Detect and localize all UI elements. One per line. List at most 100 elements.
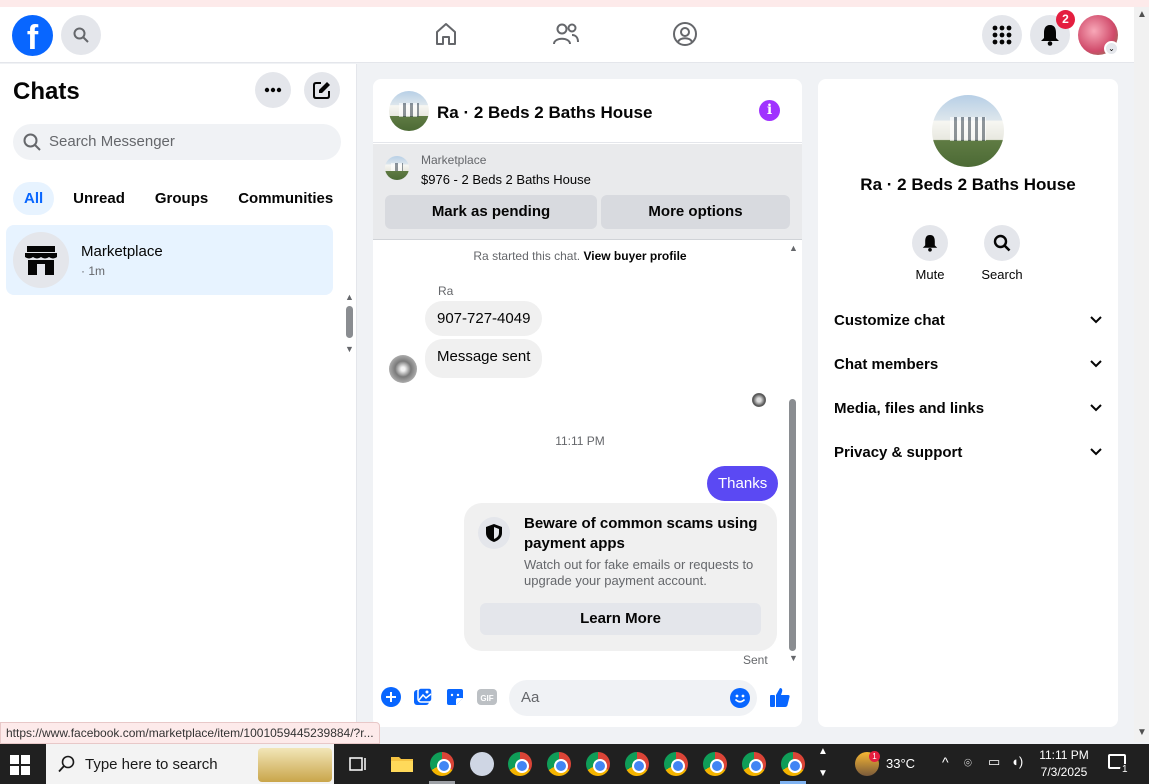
chrome-icon[interactable] bbox=[664, 752, 688, 776]
scroll-down-arrow-icon[interactable]: ▼ bbox=[789, 653, 798, 663]
scroll-up-arrow-icon[interactable]: ▲ bbox=[1137, 9, 1147, 20]
profile-nav-button[interactable] bbox=[670, 19, 700, 49]
menu-button[interactable] bbox=[982, 15, 1022, 55]
chrome-icon[interactable] bbox=[625, 752, 649, 776]
conversation-panel: Ra · 2 Beds 2 Baths House i Marketplace … bbox=[373, 79, 802, 727]
top-navigation-bar: f 2 ⌄ bbox=[0, 7, 1134, 63]
scroll-down-arrow-icon[interactable]: ▼ bbox=[1137, 727, 1147, 738]
search-messenger-input[interactable]: Search Messenger bbox=[13, 124, 341, 160]
message-input-placeholder: Aa bbox=[521, 689, 540, 706]
chat-members-section[interactable]: Chat members bbox=[834, 342, 1102, 386]
incoming-message[interactable]: Message sent bbox=[425, 339, 543, 378]
more-options-button[interactable]: More options bbox=[601, 195, 790, 229]
clock-time: 11:11 PM bbox=[1039, 748, 1089, 762]
taskbar-search-placeholder: Type here to search bbox=[85, 756, 218, 773]
chrome-icon[interactable] bbox=[703, 752, 727, 776]
chrome-icon[interactable] bbox=[781, 752, 805, 776]
customize-chat-section[interactable]: Customize chat bbox=[834, 298, 1102, 342]
windows-start-icon[interactable] bbox=[10, 755, 30, 775]
search-icon bbox=[58, 755, 75, 773]
outgoing-message[interactable]: Thanks bbox=[707, 466, 779, 501]
facebook-logo[interactable]: f bbox=[12, 15, 53, 56]
details-listing-avatar[interactable] bbox=[932, 95, 1004, 167]
view-buyer-profile-link[interactable]: View buyer profile bbox=[583, 249, 686, 263]
volume-icon[interactable]: ◖) bbox=[1011, 754, 1023, 769]
chrome-icon[interactable] bbox=[586, 752, 610, 776]
more-horizontal-icon bbox=[264, 87, 282, 93]
new-message-button[interactable] bbox=[304, 72, 340, 108]
tab-all[interactable]: All bbox=[13, 182, 55, 215]
chrome-icon[interactable] bbox=[547, 752, 571, 776]
home-nav-button[interactable] bbox=[431, 19, 461, 49]
chevron-down-icon bbox=[1090, 360, 1102, 368]
browser-scrollbar[interactable]: ▲ ▼ bbox=[1134, 7, 1149, 742]
message-thread: Ra started this chat. View buyer profile… bbox=[373, 241, 802, 669]
app-icon[interactable] bbox=[470, 752, 494, 776]
taskbar-search-box[interactable]: Type here to search bbox=[46, 744, 334, 784]
thumbs-up-icon[interactable] bbox=[769, 686, 791, 708]
scrollbar-thumb[interactable] bbox=[346, 306, 353, 338]
conversation-details-panel: Ra · 2 Beds 2 Baths House Mute Search Cu… bbox=[818, 79, 1118, 727]
chevron-down-icon[interactable]: ⌄ bbox=[1104, 41, 1119, 56]
tab-communities[interactable]: Communities bbox=[227, 182, 344, 215]
taskbar-scroll-down-icon[interactable]: ▼ bbox=[818, 768, 828, 779]
media-files-links-section[interactable]: Media, files and links bbox=[834, 386, 1102, 430]
listing-thumbnail[interactable] bbox=[385, 156, 409, 180]
info-icon[interactable]: i bbox=[759, 100, 780, 121]
thread-scrollbar[interactable]: ▲ ▼ bbox=[787, 241, 799, 669]
file-explorer-icon[interactable] bbox=[390, 752, 414, 776]
friends-nav-button[interactable] bbox=[551, 19, 581, 49]
message-input[interactable]: Aa bbox=[509, 680, 757, 716]
section-label: Media, files and links bbox=[834, 399, 985, 417]
gif-icon[interactable]: GIF bbox=[477, 687, 497, 707]
sender-avatar[interactable] bbox=[389, 355, 417, 383]
temperature[interactable]: 33°C bbox=[886, 756, 915, 771]
scam-warning-body: Watch out for fake emails or requests to… bbox=[524, 557, 754, 588]
mute-button[interactable]: Mute bbox=[900, 225, 960, 282]
scrollbar-thumb[interactable] bbox=[789, 399, 796, 651]
chrome-icon[interactable] bbox=[508, 752, 532, 776]
scroll-up-arrow-icon[interactable]: ▲ bbox=[345, 292, 354, 302]
chevron-up-icon[interactable]: ^ bbox=[942, 754, 949, 770]
windows-taskbar: Type here to search ▲ ▼ 1 33°C ^ ⌾ ▭ ◖) … bbox=[0, 744, 1149, 784]
sticker-icon[interactable] bbox=[445, 687, 465, 707]
bell-icon bbox=[1041, 25, 1059, 46]
incoming-message[interactable]: 907-727-4049 bbox=[425, 301, 543, 336]
search-button[interactable] bbox=[61, 15, 101, 55]
search-icon bbox=[73, 27, 89, 43]
taskbar-clock[interactable]: 11:11 PM 7/3/2025 bbox=[1036, 747, 1092, 781]
search-icon bbox=[23, 133, 41, 151]
chat-list-scrollbar[interactable]: ▲ ▼ bbox=[344, 292, 354, 354]
chrome-icon[interactable] bbox=[430, 752, 454, 776]
mark-as-pending-button[interactable]: Mark as pending bbox=[385, 195, 597, 229]
network-icon[interactable]: ▭ bbox=[988, 754, 1000, 770]
search-highlight-image bbox=[258, 748, 332, 782]
tab-unread[interactable]: Unread bbox=[62, 182, 136, 215]
emoji-icon[interactable] bbox=[730, 688, 750, 708]
conversation-title[interactable]: Ra · 2 Beds 2 Baths House bbox=[437, 103, 652, 123]
listing-avatar[interactable] bbox=[389, 91, 429, 131]
task-view-icon[interactable] bbox=[346, 752, 370, 776]
chats-title: Chats bbox=[13, 78, 80, 105]
section-label: Customize chat bbox=[834, 311, 945, 329]
chat-options-button[interactable] bbox=[255, 72, 291, 108]
profile-icon bbox=[673, 22, 697, 46]
marketplace-label: Marketplace bbox=[421, 153, 487, 167]
grid-menu-icon bbox=[992, 25, 1012, 45]
message-timestamp: 11:11 PM bbox=[555, 434, 605, 448]
chat-list-item[interactable]: Marketplace · 1m bbox=[6, 225, 333, 295]
search-in-conversation-button[interactable]: Search bbox=[972, 225, 1032, 282]
meet-now-icon[interactable]: ⌾ bbox=[964, 755, 972, 771]
chrome-icon[interactable] bbox=[742, 752, 766, 776]
scroll-up-arrow-icon[interactable]: ▲ bbox=[789, 243, 798, 253]
photo-icon[interactable] bbox=[413, 687, 433, 707]
learn-more-button[interactable]: Learn More bbox=[480, 603, 761, 635]
svg-text:GIF: GIF bbox=[480, 694, 493, 703]
listing-title[interactable]: $976 - 2 Beds 2 Baths House bbox=[421, 172, 591, 187]
scroll-down-arrow-icon[interactable]: ▼ bbox=[345, 344, 354, 354]
chevron-down-icon bbox=[1090, 404, 1102, 412]
tab-groups[interactable]: Groups bbox=[144, 182, 219, 215]
taskbar-scroll-up-icon[interactable]: ▲ bbox=[818, 746, 828, 757]
plus-icon[interactable] bbox=[381, 687, 401, 707]
privacy-support-section[interactable]: Privacy & support bbox=[834, 430, 1102, 474]
